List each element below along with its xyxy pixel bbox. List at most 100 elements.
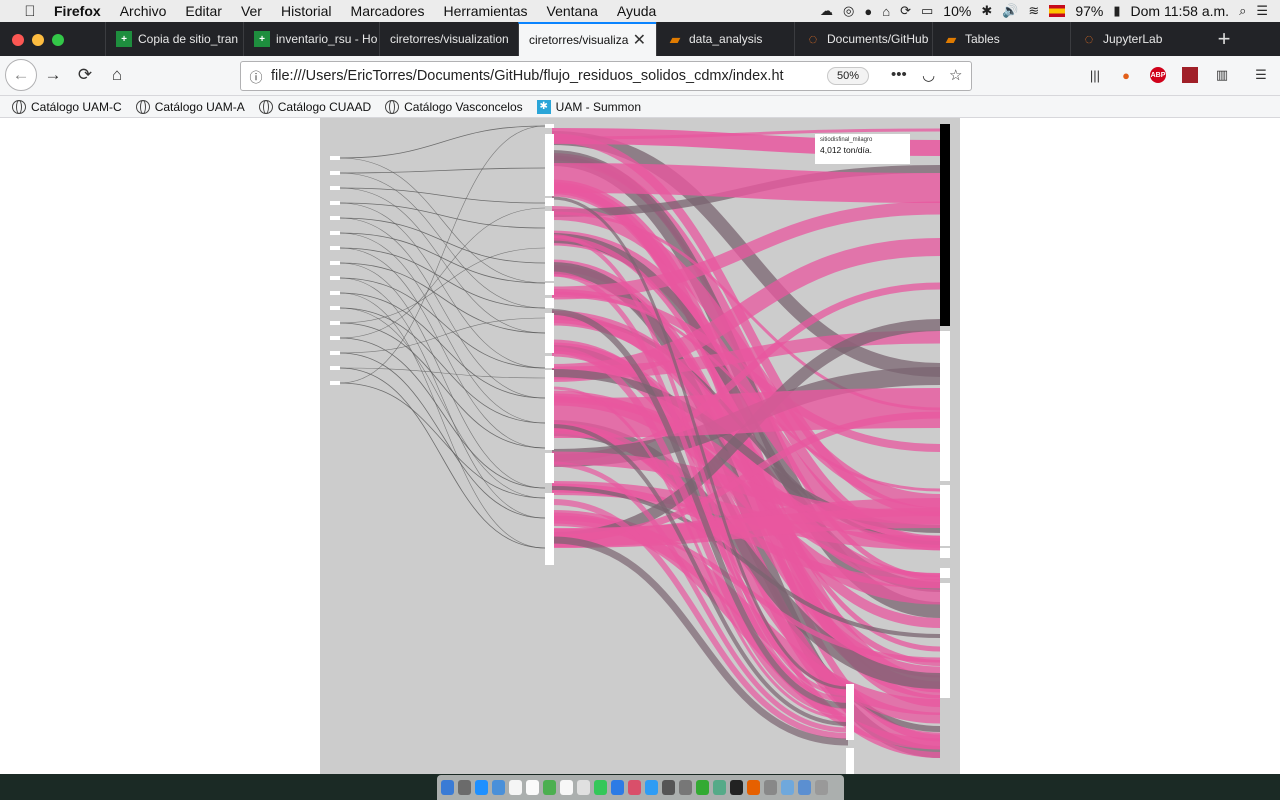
- downloads-icon[interactable]: [798, 780, 811, 795]
- keychain-icon[interactable]: [679, 780, 692, 795]
- home-icon[interactable]: ⌂: [882, 4, 890, 19]
- mendeley-icon[interactable]: [1179, 64, 1201, 86]
- app-store-icon[interactable]: [645, 780, 658, 795]
- preview-icon[interactable]: [577, 780, 590, 795]
- bookmark-cuaad[interactable]: Catálogo CUAAD: [258, 99, 371, 114]
- cloud-upload-icon[interactable]: ☁: [820, 3, 833, 19]
- sidebar-icon[interactable]: ▥: [1211, 64, 1233, 86]
- zoom-indicator[interactable]: 50%: [827, 67, 869, 85]
- battery-icon[interactable]: ▮: [1113, 3, 1120, 19]
- book-icon: ▰: [945, 30, 957, 47]
- bookmark-uam-a[interactable]: Catálogo UAM-A: [135, 99, 245, 114]
- maps-icon[interactable]: [696, 780, 709, 795]
- spotlight-icon[interactable]: ⌕: [1239, 3, 1246, 19]
- sankey-link-left: [339, 307, 546, 424]
- reload-button[interactable]: ⟳: [70, 60, 100, 90]
- terminal-icon[interactable]: [730, 780, 743, 795]
- bookmark-uam-c[interactable]: Catálogo UAM-C: [12, 99, 122, 114]
- close-window-button[interactable]: [12, 34, 24, 46]
- bluetooth-icon[interactable]: ✱: [981, 3, 992, 19]
- safari-icon[interactable]: [475, 780, 488, 795]
- notes-icon[interactable]: [526, 780, 539, 795]
- sankey-node-middle: [545, 283, 554, 295]
- menu-firefox[interactable]: Firefox: [54, 3, 101, 19]
- tab-jupyterlab[interactable]: ◌ JupyterLab: [1070, 22, 1207, 56]
- tab-title: Copia de sitio_tran: [138, 32, 239, 46]
- photos-icon[interactable]: [560, 780, 573, 795]
- close-tab-icon[interactable]: ✕: [633, 30, 646, 50]
- sheets-icon: +: [254, 31, 270, 47]
- tab-copia-sitio[interactable]: + Copia de sitio_tran: [105, 22, 243, 56]
- minimize-window-button[interactable]: [32, 34, 44, 46]
- tab-tables[interactable]: ▰ Tables: [932, 22, 1070, 56]
- menu-archivo[interactable]: Archivo: [120, 3, 167, 19]
- sankey-node-bottom: [846, 748, 854, 774]
- menu-ayuda[interactable]: Ayuda: [617, 3, 656, 19]
- tab-ciretorres-visualization[interactable]: ciretorres/visualization: [379, 22, 518, 56]
- zoom-window-button[interactable]: [52, 34, 64, 46]
- volume-icon[interactable]: 🔊: [1002, 3, 1018, 19]
- tab-documents-github[interactable]: ◌ Documents/GitHub: [794, 22, 932, 56]
- firefox-icon[interactable]: [747, 780, 760, 795]
- trash-icon[interactable]: [815, 780, 828, 795]
- sync-icon[interactable]: ⟳: [900, 3, 911, 19]
- url-text[interactable]: file:///Users/EricTorres/Documents/GitHu…: [271, 68, 819, 84]
- forward-button[interactable]: →: [38, 60, 68, 90]
- launchpad-icon[interactable]: [458, 780, 471, 795]
- new-tab-button[interactable]: +: [1207, 22, 1241, 56]
- sankey-node-middle: [545, 498, 554, 510]
- sankey-node-target: [940, 548, 950, 558]
- sankey-node-middle: [545, 370, 554, 450]
- clock[interactable]: Dom 11:58 a.m.: [1131, 3, 1230, 19]
- finder-icon[interactable]: [441, 780, 454, 795]
- facetime-icon[interactable]: [611, 780, 624, 795]
- menu-ventana[interactable]: Ventana: [547, 3, 598, 19]
- messages-icon[interactable]: [594, 780, 607, 795]
- tab-ciretorres-visualiza-active[interactable]: ciretorres/visualiza ✕: [518, 22, 656, 56]
- home-button[interactable]: ⌂: [102, 60, 132, 90]
- pocket-icon[interactable]: ◡: [922, 66, 935, 84]
- menu-historial[interactable]: Historial: [281, 3, 332, 19]
- tab-inventario-rsu[interactable]: + inventario_rsu - Ho: [243, 22, 379, 56]
- menu-editar[interactable]: Editar: [185, 3, 222, 19]
- system-prefs-icon[interactable]: [662, 780, 675, 795]
- apple-icon[interactable]: : [20, 3, 40, 20]
- jupyter-icon: ◌: [808, 30, 818, 48]
- wifi-icon[interactable]: ≋: [1028, 3, 1039, 19]
- spy-icon[interactable]: ●: [864, 4, 872, 19]
- battery-monitor-icon[interactable]: ▭: [921, 3, 933, 19]
- cpu-status[interactable]: 10%: [943, 3, 971, 19]
- misc-icon[interactable]: [764, 780, 777, 795]
- reminders-icon[interactable]: [543, 780, 556, 795]
- library-icon[interactable]: |||: [1084, 64, 1106, 86]
- sankey-link-left: [339, 125, 546, 159]
- bookmark-star-icon[interactable]: ☆: [949, 66, 962, 84]
- info-icon[interactable]: ⓘ: [241, 67, 271, 86]
- calendar-icon[interactable]: [509, 780, 522, 795]
- menu-ver[interactable]: Ver: [241, 3, 262, 19]
- adblock-icon[interactable]: ABP: [1147, 64, 1169, 86]
- notification-center-icon[interactable]: ☰: [1256, 3, 1268, 19]
- flag-icon[interactable]: [1049, 5, 1066, 17]
- folder-icon[interactable]: [781, 780, 794, 795]
- sankey-link-left: [339, 187, 546, 204]
- menu-marcadores[interactable]: Marcadores: [351, 3, 425, 19]
- address-bar[interactable]: ⓘ file:///Users/EricTorres/Documents/Git…: [240, 61, 972, 91]
- mail-icon[interactable]: [492, 780, 505, 795]
- sankey-node-source: [330, 381, 340, 385]
- sankey-node-source: [330, 351, 340, 355]
- itunes-icon[interactable]: [628, 780, 641, 795]
- bookmark-vasconcelos[interactable]: Catálogo Vasconcelos: [385, 99, 523, 114]
- airplay-icon[interactable]: ◎: [843, 3, 854, 19]
- battery-percent[interactable]: 97%: [1075, 3, 1103, 19]
- back-button[interactable]: ←: [5, 59, 37, 91]
- page-actions-icon[interactable]: •••: [891, 66, 907, 83]
- bookmark-uam-summon[interactable]: ✱ UAM - Summon: [536, 99, 641, 114]
- extension-fox-icon[interactable]: ●: [1115, 64, 1137, 86]
- menu-herramientas[interactable]: Herramientas: [443, 3, 527, 19]
- sankey-node-target: [940, 331, 950, 481]
- tab-data-analysis[interactable]: ▰ data_analysis: [656, 22, 794, 56]
- tab-title: inventario_rsu - Ho: [276, 32, 378, 46]
- calculator-icon[interactable]: [713, 780, 726, 795]
- menu-icon[interactable]: ☰: [1250, 64, 1272, 86]
